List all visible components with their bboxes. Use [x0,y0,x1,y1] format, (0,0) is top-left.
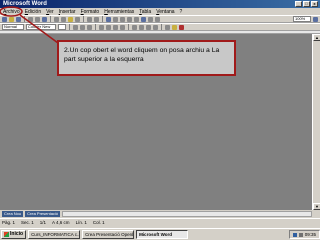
menu-edicion[interactable]: Edición [25,9,41,15]
show-hide-icon[interactable] [155,16,160,22]
increase-indent-icon[interactable] [153,24,158,30]
document-map-icon[interactable] [148,16,153,22]
toolbar-separator [128,24,129,30]
title-bar: Microsoft Word _ □ x [0,0,320,8]
start-label: Inicio [10,231,24,237]
insert-excel-icon[interactable] [127,16,132,22]
menu-herramientas[interactable]: Herramientas [104,9,134,15]
volume-icon[interactable] [298,232,303,237]
help-icon[interactable] [313,16,318,22]
insert-table-icon[interactable] [120,16,125,22]
font-size-combo[interactable] [58,24,66,30]
justify-icon[interactable] [120,24,125,30]
toolbar-separator [95,24,96,30]
bullets-icon[interactable] [139,24,144,30]
status-section: Sec. 1 [21,220,34,225]
taskbar-item[interactable]: Curs_INFORMATICA c... [28,230,81,239]
status-col: Col. 1 [92,220,105,225]
toolbar-separator [24,16,25,22]
toolbar-separator [83,16,84,22]
align-right-icon[interactable] [113,24,118,30]
align-left-icon[interactable] [99,24,104,30]
bold-icon[interactable] [73,24,78,30]
copy-icon[interactable] [61,16,66,22]
border-icon[interactable] [165,24,170,30]
menu-insertar[interactable]: Insertar [59,9,76,15]
toolbar-separator [161,24,162,30]
toolbar-separator [102,16,103,22]
view-bar: Crea Nou Crea Presentació [0,210,312,218]
print-icon[interactable] [28,16,33,22]
undo-icon[interactable] [87,16,92,22]
status-at: A 4,6 cm [52,220,70,225]
callout-text: 2.Un cop obert el word cliquem on posa a… [64,47,220,63]
toolbar-separator [69,24,70,30]
instruction-callout: 2.Un cop obert el word cliquem on posa a… [57,40,236,76]
start-button[interactable]: Inicio [1,230,27,239]
cut-icon[interactable] [54,16,59,22]
open-folder-icon[interactable] [9,16,14,22]
windows-logo-icon [4,232,9,237]
scroll-up-icon[interactable]: ▲ [313,34,320,41]
taskbar-item[interactable]: Crea Presentació Openb... [82,230,135,239]
status-page: Pàg. 1 [2,220,16,225]
network-icon[interactable] [292,232,297,237]
menu-archivo[interactable]: Archivo [3,9,20,15]
close-button[interactable]: x [311,1,318,7]
standard-toolbar: 100% [0,15,320,23]
taskpane-tab-crea-nou[interactable]: Crea Nou [2,211,24,217]
menu-ayuda[interactable]: ? [180,9,183,15]
horizontal-scrollbar[interactable] [62,211,312,217]
redo-icon[interactable] [94,16,99,22]
tables-icon[interactable] [113,16,118,22]
scroll-down-icon[interactable]: ▼ [313,203,320,210]
highlight-icon[interactable] [172,24,177,30]
style-combo[interactable]: Normal [2,24,24,30]
system-tray: 09:35 [288,230,320,239]
underline-icon[interactable] [87,24,92,30]
taskbar-item-word[interactable]: Microsoft Word [136,230,189,239]
vertical-scrollbar[interactable]: ▲ ▼ [312,34,320,210]
drawing-icon[interactable] [141,16,146,22]
paste-icon[interactable] [68,16,73,22]
status-pages: 1/1 [39,220,47,225]
menu-ver[interactable]: Ver [46,9,54,15]
status-line: Lín. 1 [75,220,87,225]
spelling-icon[interactable] [42,16,47,22]
font-color-icon[interactable] [179,24,184,30]
window-controls: _ □ x [295,1,318,7]
word-window: Microsoft Word _ □ x Archivo Edición Ver… [0,0,320,240]
status-bar: Pàg. 1 Sec. 1 1/1 A 4,6 cm Lín. 1 Col. 1 [0,218,320,226]
font-combo[interactable]: Courier New [26,24,56,30]
clock: 09:35 [304,232,316,237]
numbering-icon[interactable] [132,24,137,30]
print-preview-icon[interactable] [35,16,40,22]
minimize-button[interactable]: _ [295,1,302,7]
menu-formato[interactable]: Formato [81,9,100,15]
save-icon[interactable] [16,16,21,22]
columns-icon[interactable] [134,16,139,22]
toolbar-separator [50,16,51,22]
maximize-button[interactable]: □ [303,1,310,7]
taskpane-tab-presentacio[interactable]: Crea Presentació [25,211,61,217]
new-document-icon[interactable] [2,16,7,22]
align-center-icon[interactable] [106,24,111,30]
format-painter-icon[interactable] [75,16,80,22]
hyperlink-icon[interactable] [106,16,111,22]
formatting-toolbar: Normal Courier New [0,23,320,31]
menu-bar: Archivo Edición Ver Insertar Formato Her… [0,8,320,15]
italic-icon[interactable] [80,24,85,30]
decrease-indent-icon[interactable] [146,24,151,30]
menu-ventana[interactable]: Ventana [156,9,174,15]
menu-tabla[interactable]: Tabla [139,9,151,15]
zoom-combo[interactable]: 100% [293,16,311,22]
taskbar: Inicio Curs_INFORMATICA c... Crea Presen… [0,228,320,240]
window-title: Microsoft Word [3,1,47,7]
